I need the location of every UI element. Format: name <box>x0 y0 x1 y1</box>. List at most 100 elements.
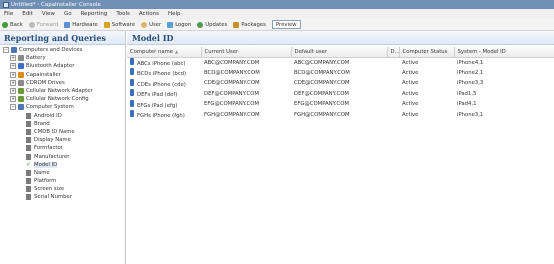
column-header-d[interactable]: D... <box>387 47 400 58</box>
menu-actions[interactable]: Actions <box>139 11 159 17</box>
software-icon <box>103 21 110 28</box>
sort-arrow-icon: ▲ <box>175 48 179 54</box>
table-row[interactable]: ABCs iPhone (abc) ABC@COMPANY.COM ABC@COMP… <box>127 57 554 68</box>
column-header-current-user[interactable]: Current User <box>201 47 292 58</box>
logon-button[interactable]: Logon <box>167 21 191 28</box>
updates-button[interactable]: Updates <box>197 21 227 28</box>
column-header-model-id[interactable]: System - Model ID <box>454 47 554 58</box>
expand-icon[interactable]: + <box>10 71 16 78</box>
mobile-device-icon <box>130 89 134 97</box>
tree-item[interactable]: + Battery <box>0 54 125 62</box>
table-row[interactable]: BCDs iPhone (bcd) BCD@COMPANY.COM BCD@COMP… <box>127 68 554 79</box>
back-label: Back <box>10 21 23 28</box>
mobile-device-icon <box>130 68 134 76</box>
tree-item-label: Model ID <box>34 161 58 168</box>
title-bar: Untitled* - CapaInstaller Console <box>0 0 554 9</box>
tree-item-label: Name <box>34 169 50 176</box>
table-row[interactable]: FGHs iPhone (fgh) FGH@COMPANY.COM FGH@COMP… <box>127 110 554 121</box>
tree-item[interactable]: Android ID <box>0 112 125 120</box>
folder-icon <box>18 63 24 70</box>
expand-icon[interactable]: + <box>10 63 16 70</box>
computer-name: CDEs iPhone (cde) <box>137 81 186 88</box>
tree-item[interactable]: + Bluetooth Adapter <box>0 62 125 70</box>
tree-item-label: Manufacturer <box>34 153 70 160</box>
table-cell: iPad4,1 <box>457 101 477 108</box>
table-row[interactable]: DEFs iPad (def) DEF@COMPANY.COM DEF@COMPAN… <box>127 89 554 100</box>
back-button[interactable]: Back <box>2 21 23 28</box>
forward-arrow-icon <box>28 21 35 28</box>
table-cell: Active <box>402 59 419 66</box>
tree-item[interactable]: Brand <box>0 120 125 128</box>
tree-item[interactable]: CMDB ID Name <box>0 128 125 136</box>
table-row[interactable]: CDEs iPhone (cde) CDE@COMPANY.COM CDE@COMP… <box>127 78 554 89</box>
tree-item[interactable]: Manufacturer <box>0 152 125 160</box>
menu-edit[interactable]: Edit <box>22 11 33 17</box>
tree-item-label: Bluetooth Adapter <box>26 63 75 70</box>
expand-icon[interactable]: + <box>10 96 16 103</box>
tree-item[interactable]: − Computers and Devices <box>0 46 125 54</box>
field-icon <box>26 137 31 144</box>
user-button[interactable]: User <box>141 21 161 28</box>
menu-file[interactable]: File <box>4 11 13 17</box>
tree-item[interactable]: Serial Number <box>0 193 125 201</box>
tree-item[interactable]: + Cellular Network Adapter <box>0 87 125 95</box>
tree-item-label: Brand <box>34 120 50 127</box>
user-icon <box>141 21 148 28</box>
computer-name: EFGs iPad (efg) <box>137 102 178 109</box>
forward-button[interactable]: Forward <box>28 21 59 28</box>
expand-icon[interactable]: + <box>10 88 16 95</box>
forward-label: Forward <box>36 21 59 28</box>
expand-icon[interactable]: + <box>10 55 16 62</box>
preview-button[interactable]: Preview <box>271 20 301 29</box>
table-cell: ABC@COMPANY.COM <box>204 59 260 66</box>
results-title: Model ID <box>127 31 554 45</box>
collapse-icon[interactable]: − <box>10 104 16 111</box>
tree-item[interactable]: + Capainstaller <box>0 71 125 79</box>
mobile-device-icon <box>130 110 134 118</box>
menu-go[interactable]: Go <box>64 11 72 17</box>
menu-help[interactable]: Help <box>168 11 181 17</box>
table-cell: CDE@COMPANY.COM <box>294 80 350 87</box>
menu-view[interactable]: View <box>42 11 55 17</box>
tree-item[interactable]: Formfactor <box>0 144 125 152</box>
expand-icon[interactable]: + <box>10 79 16 86</box>
tree-item[interactable]: + Cellular Network Config <box>0 95 125 103</box>
tree-item[interactable]: − Computer System <box>0 103 125 111</box>
app-icon <box>3 1 9 8</box>
tree-item-label: CMDB ID Name <box>34 128 75 135</box>
field-icon <box>26 120 31 127</box>
software-button[interactable]: Software <box>103 21 136 28</box>
tree-item[interactable]: Display Name <box>0 136 125 144</box>
menu-tools[interactable]: Tools <box>116 11 130 17</box>
field-icon <box>26 186 31 193</box>
results-table: Computer name ▲ Current User Default user… <box>127 47 554 120</box>
software-label: Software <box>111 21 136 28</box>
table-cell: BCD@COMPANY.COM <box>204 69 260 76</box>
hardware-button[interactable]: Hardware <box>64 21 98 28</box>
field-icon <box>26 169 31 176</box>
menu-reporting[interactable]: Reporting <box>81 11 108 17</box>
results-panel: Model ID Computer name ▲ Current User Def… <box>127 31 554 264</box>
table-cell: DEF@COMPANY.COM <box>204 90 259 97</box>
tree-item[interactable]: Platform <box>0 177 125 185</box>
tree-item[interactable]: Name <box>0 169 125 177</box>
column-header-computer-status[interactable]: Computer Status <box>399 47 455 58</box>
tree-item-label: Screen size <box>34 186 65 193</box>
collapse-icon[interactable]: − <box>3 47 9 54</box>
table-header-row: Computer name ▲ Current User Default user… <box>127 47 554 58</box>
table-cell <box>387 68 399 79</box>
tree-item[interactable]: ✓ Model ID <box>0 161 125 169</box>
column-header-default-user[interactable]: Default user <box>291 47 388 58</box>
table-cell: Active <box>402 111 419 118</box>
table-row[interactable]: EFGs iPad (efg) EFG@COMPANY.COM EFG@COMPAN… <box>127 99 554 110</box>
tree-item[interactable]: + CDROM Drives <box>0 79 125 87</box>
tree-item-label: Android ID <box>34 112 62 119</box>
table-cell: BCD@COMPANY.COM <box>294 69 350 76</box>
tree-item[interactable]: Screen size <box>0 185 125 193</box>
table-cell <box>387 57 399 68</box>
logon-icon <box>167 21 174 28</box>
table-cell: ABC@COMPANY.COM <box>294 59 350 66</box>
table-cell: DEF@COMPANY.COM <box>294 90 349 97</box>
packages-button[interactable]: Packages <box>233 21 266 28</box>
column-header-computer-name[interactable]: Computer name ▲ <box>127 47 202 58</box>
